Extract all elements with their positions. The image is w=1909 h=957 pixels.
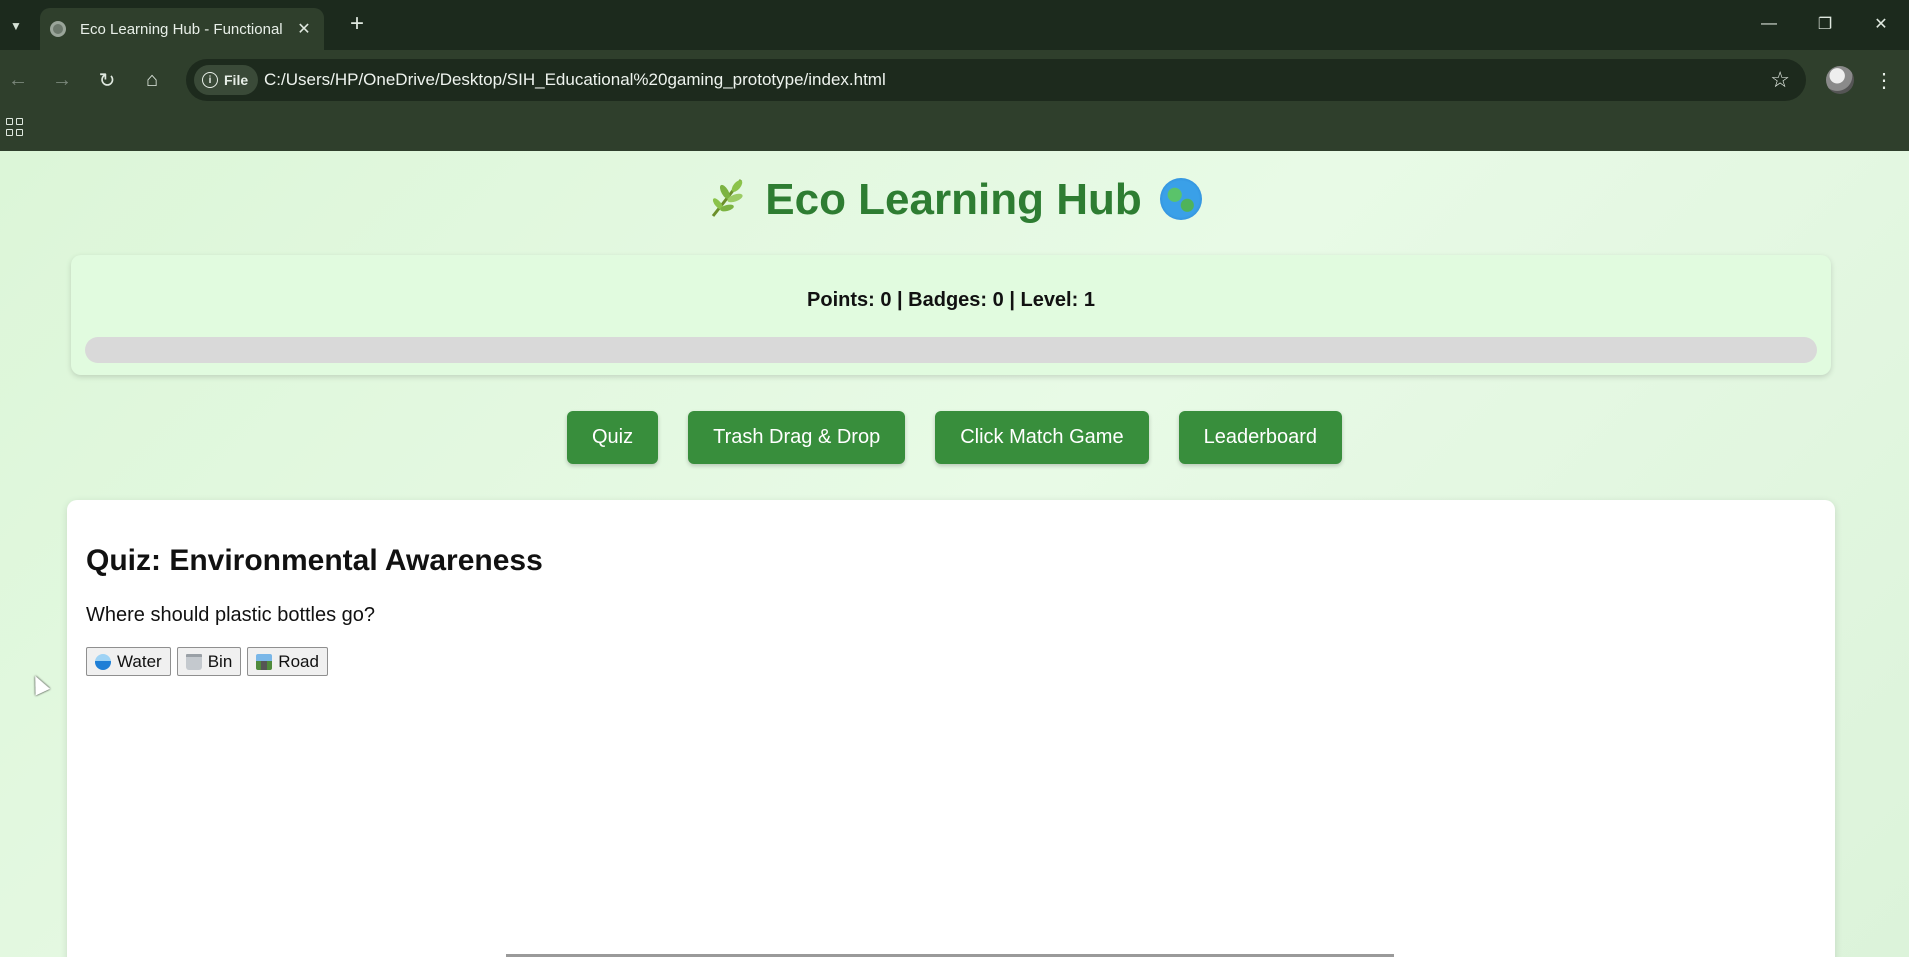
stats-card: Points: 0 | Badges: 0 | Level: 1	[71, 255, 1831, 375]
browser-tab-bar: ▼ Eco Learning Hub - Functional ✕ + — ❐ …	[0, 0, 1909, 50]
bookmarks-bar	[0, 110, 1909, 151]
quiz-answers: Water Bin Road	[86, 647, 328, 676]
answer-road-button[interactable]: Road	[247, 647, 328, 676]
window-controls: — ❐ ✕	[1741, 0, 1909, 48]
quiz-button[interactable]: Quiz	[566, 411, 659, 464]
close-icon[interactable]: ✕	[1853, 0, 1909, 48]
restore-icon[interactable]: ❐	[1797, 0, 1853, 48]
apps-grid-icon[interactable]	[6, 118, 24, 136]
leaf-icon	[707, 176, 747, 220]
page-title: Eco Learning Hub	[0, 175, 1909, 225]
road-icon	[256, 653, 273, 670]
globe-icon	[50, 21, 66, 37]
plus-icon[interactable]: +	[344, 10, 370, 38]
address-bar[interactable]: i File C:/Users/HP/OneDrive/Desktop/SIH_…	[186, 59, 1806, 101]
browser-toolbar: ← → ↻ ⌂ i File C:/Users/HP/OneDrive/Desk…	[0, 50, 1909, 110]
answer-label: Road	[278, 651, 319, 671]
stats-text: Points: 0 | Badges: 0 | Level: 1	[807, 289, 1095, 311]
close-icon[interactable]: ✕	[294, 19, 314, 39]
globe-icon	[1159, 178, 1202, 220]
game-nav: Quiz Trash Drag & Drop Click Match Game …	[0, 411, 1909, 464]
page-viewport: Eco Learning Hub Points: 0 | Badges: 0 |…	[0, 151, 1909, 957]
answer-bin-button[interactable]: Bin	[176, 647, 242, 676]
answer-water-button[interactable]: Water	[86, 647, 171, 676]
star-icon[interactable]: ☆	[1770, 67, 1790, 93]
trash-bin-icon	[185, 653, 202, 670]
forward-arrow-icon[interactable]: →	[46, 64, 78, 96]
answer-label: Bin	[207, 651, 233, 671]
url-text[interactable]: C:/Users/HP/OneDrive/Desktop/SIH_Educati…	[264, 70, 886, 90]
page-title-text: Eco Learning Hub	[765, 175, 1142, 224]
kebab-menu-icon[interactable]: ⋮	[1872, 64, 1896, 96]
reload-icon[interactable]: ↻	[91, 64, 123, 96]
click-match-game-button[interactable]: Click Match Game	[935, 411, 1149, 464]
quiz-title: Quiz: Environmental Awareness	[86, 544, 543, 577]
site-chip-label: File	[224, 72, 249, 88]
home-icon[interactable]: ⌂	[136, 64, 168, 96]
trash-drag-drop-button[interactable]: Trash Drag & Drop	[688, 411, 906, 464]
leaderboard-button[interactable]: Leaderboard	[1178, 411, 1343, 464]
answer-label: Water	[117, 651, 162, 671]
chevron-down-icon[interactable]: ▼	[2, 12, 30, 40]
site-info-chip[interactable]: i File	[194, 65, 259, 95]
avatar-icon[interactable]	[1826, 66, 1854, 94]
tab-title: Eco Learning Hub - Functional	[80, 20, 283, 38]
game-content-card: Quiz: Environmental Awareness Where shou…	[67, 500, 1835, 957]
browser-tab[interactable]: Eco Learning Hub - Functional ✕	[40, 8, 324, 50]
water-wave-icon	[95, 653, 111, 670]
progress-bar	[85, 337, 1817, 363]
back-arrow-icon[interactable]: ←	[2, 64, 34, 96]
minimize-icon[interactable]: —	[1741, 0, 1797, 48]
quiz-question: Where should plastic bottles go?	[86, 604, 376, 626]
info-icon: i	[202, 72, 218, 88]
